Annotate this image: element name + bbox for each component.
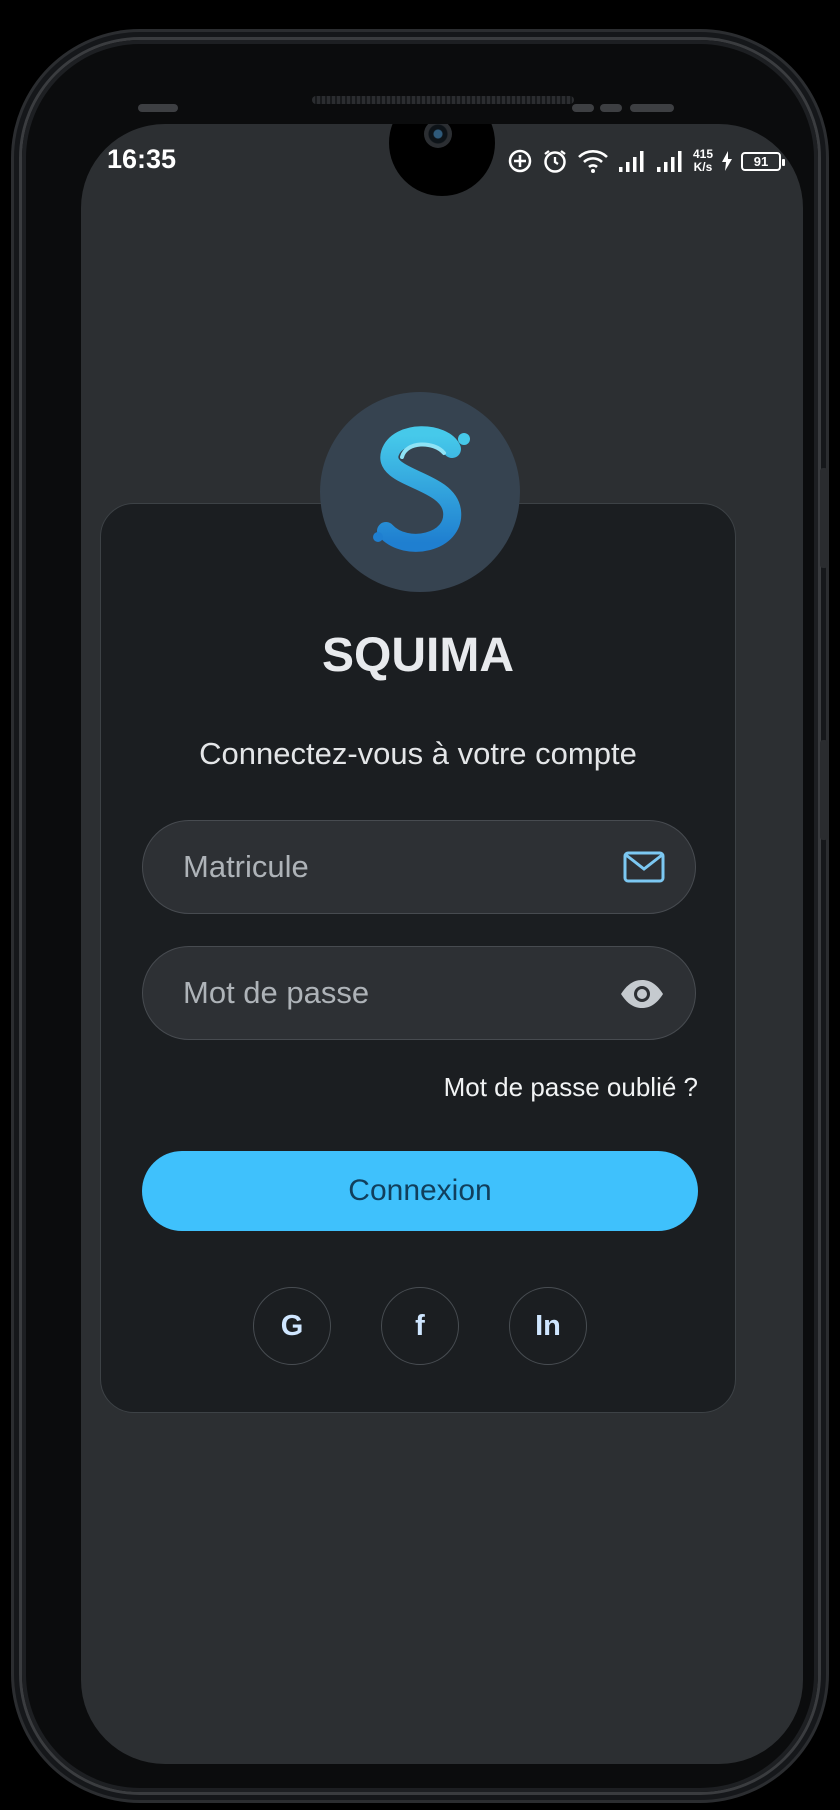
battery-level: 91 [753, 153, 769, 169]
login-subtitle: Connectez-vous à votre compte [199, 736, 637, 771]
password-placeholder: Mot de passe [183, 975, 370, 1010]
app-title: SQUIMA [322, 629, 514, 682]
signal-icon [655, 148, 685, 174]
app-logo [320, 392, 520, 592]
mail-icon [623, 850, 665, 889]
network-speed: 415 K/s [693, 148, 713, 174]
eye-icon[interactable] [619, 978, 665, 1015]
add-circle-icon [507, 148, 533, 174]
status-time: 16:35 [107, 144, 177, 174]
signal-icon [617, 148, 647, 174]
speed-unit: K/s [693, 160, 713, 174]
wifi-icon [577, 148, 609, 174]
sensor [600, 104, 622, 112]
sensor [630, 104, 674, 112]
matricule-field[interactable]: Matricule [142, 820, 696, 914]
login-button[interactable]: Connexion [142, 1151, 698, 1231]
battery-icon: 91 [741, 151, 785, 171]
proximity-sensor [138, 104, 178, 112]
side-button [820, 468, 828, 568]
facebook-login-button[interactable]: f [381, 1287, 459, 1365]
forgot-password-link[interactable]: Mot de passe oublié ? [444, 1072, 698, 1103]
password-field[interactable]: Mot de passe [142, 946, 696, 1040]
google-login-button[interactable]: G [253, 1287, 331, 1365]
status-icons: 415 K/s 91 [507, 144, 785, 178]
side-button [820, 740, 828, 840]
matricule-placeholder: Matricule [183, 849, 309, 884]
squima-logo-icon [373, 426, 470, 552]
charging-icon [721, 151, 733, 171]
linkedin-login-button[interactable]: In [509, 1287, 587, 1365]
sensor [572, 104, 594, 112]
alarm-icon [541, 147, 569, 175]
earpiece-speaker [312, 96, 574, 104]
